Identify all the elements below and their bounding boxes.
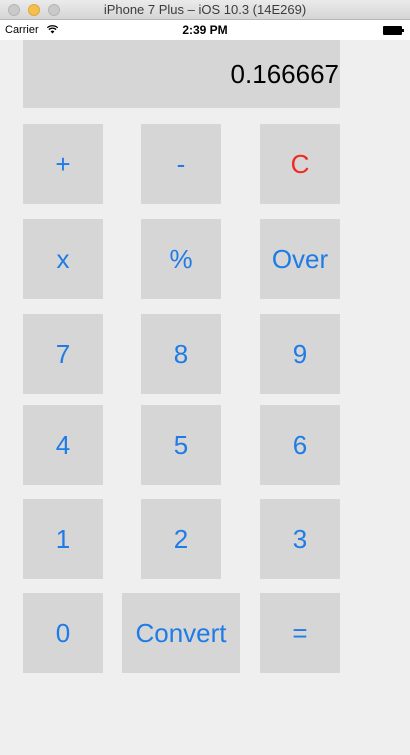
simulator-window: iPhone 7 Plus – iOS 10.3 (14E269) Carrie… [0, 0, 410, 755]
battery-icon [383, 26, 405, 35]
plus-button[interactable]: + [23, 124, 103, 204]
digit-0-button[interactable]: 0 [23, 593, 103, 673]
status-bar: Carrier 2:39 PM [0, 20, 410, 40]
status-time: 2:39 PM [182, 23, 228, 37]
digit-7-button[interactable]: 7 [23, 314, 103, 394]
over-button[interactable]: Over [260, 219, 340, 299]
convert-button[interactable]: Convert [122, 593, 240, 673]
digit-3-button[interactable]: 3 [260, 499, 340, 579]
digit-9-button[interactable]: 9 [260, 314, 340, 394]
percent-button[interactable]: % [141, 219, 221, 299]
digit-2-button[interactable]: 2 [141, 499, 221, 579]
digit-8-button[interactable]: 8 [141, 314, 221, 394]
digit-1-button[interactable]: 1 [23, 499, 103, 579]
digit-5-button[interactable]: 5 [141, 405, 221, 485]
clear-button[interactable]: C [260, 124, 340, 204]
multiply-button[interactable]: x [23, 219, 103, 299]
minus-button[interactable]: - [141, 124, 221, 204]
equals-button[interactable]: = [260, 593, 340, 673]
digit-6-button[interactable]: 6 [260, 405, 340, 485]
digit-4-button[interactable]: 4 [23, 405, 103, 485]
title-bar: iPhone 7 Plus – iOS 10.3 (14E269) [0, 0, 410, 20]
window-title: iPhone 7 Plus – iOS 10.3 (14E269) [103, 2, 307, 17]
result-display: 0.166667 [23, 40, 340, 108]
